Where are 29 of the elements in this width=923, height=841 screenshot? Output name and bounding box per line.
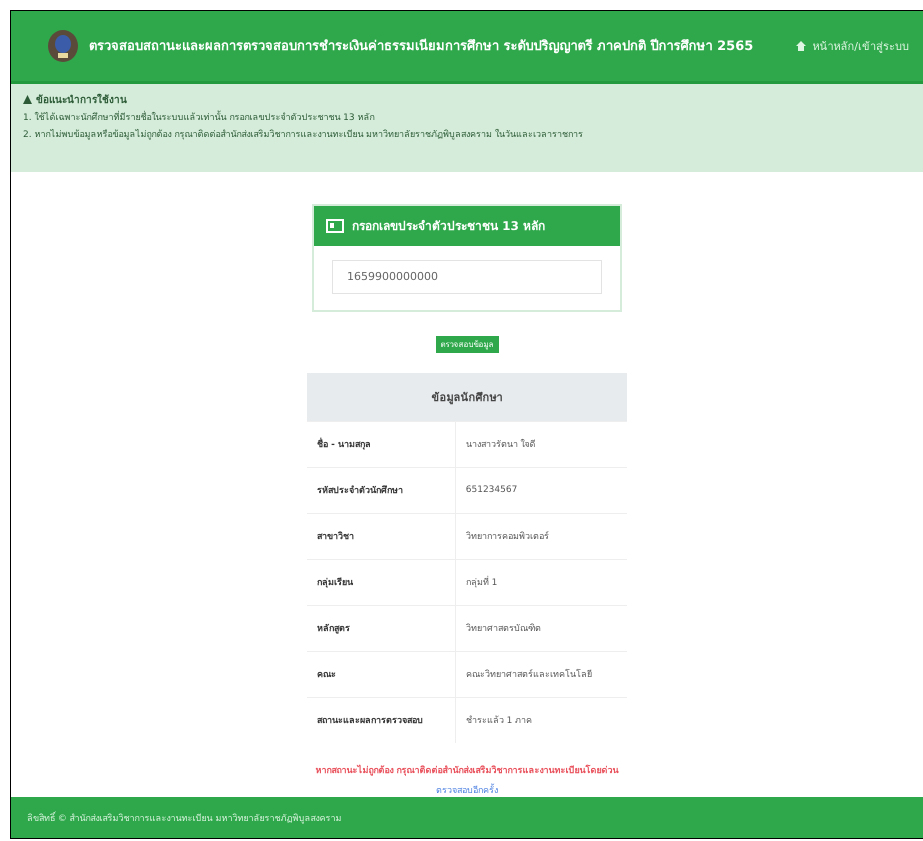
id-card-icon — [326, 218, 344, 233]
field-label: สถานะและผลการตรวจสอบ — [307, 697, 456, 743]
id-number-field[interactable]: 1659900000000 — [332, 260, 602, 294]
field-value: ชำระแล้ว 1 ภาค — [455, 697, 627, 743]
notice-text: 2. หากไม่พบข้อมูลหรือข้อมูลไม่ถูกต้อง กรุณาติดต่อสำนักส่งเสริมวิชาการและงานทะเบียน มหาวิทยาลัยราชภัฏพิบูลสงคราม ในวันและเวลาราชการ — [23, 128, 584, 141]
field-label: คณะ — [307, 651, 456, 698]
field-label: รหัสประจำตัวนักศึกษา — [307, 467, 456, 514]
footer-text: ลิขสิทธิ์ © สำนักส่งเสริมวิชาการและงานทะเบียน มหาวิทยาลัยราชภัฏพิบูลสงคราม — [27, 810, 342, 825]
field-label: กลุ่มเรียน — [307, 559, 456, 606]
field-value: 651234567 — [455, 467, 627, 514]
check-button[interactable]: ตรวจสอบข้อมูล — [436, 336, 498, 353]
field-value: นางสาวรัตนา ใจดี — [455, 421, 627, 468]
field-label: หลักสูตร — [307, 605, 456, 652]
notice-title: ข้อแนะนำการใช้งาน — [36, 92, 127, 107]
field-label: สาขาวิชา — [307, 513, 456, 560]
home-link[interactable]: หน้าหลัก/เข้าสู่ระบบ — [796, 36, 909, 55]
page-title: ตรวจสอบสถานะและผลการตรวจสอบการชำระเงินค่าธรรมเนียมการศึกษา ระดับปริญญาตรี ภาคปกติ ปีการศึกษา 2565 — [89, 38, 754, 56]
field-value: คณะวิทยาศาสตร์และเทคโนโลยี — [455, 651, 627, 698]
field-value: วิทยาศาสตรบัณฑิต — [455, 605, 627, 652]
university-seal-icon — [47, 28, 79, 63]
notice-text: 1. ใช้ได้เฉพาะนักศึกษาที่มีรายชื่อในระบบแล้วเท่านั้น กรอกเลขประจำตัวประชาชน 13 หลัก — [23, 110, 376, 124]
warning-text: หากสถานะไม่ถูกต้อง กรุณาติดต่อสำนักส่งเสริมวิชาการและงานทะเบียนโดยด่วน — [315, 764, 619, 777]
field-value: วิทยาการคอมพิวเตอร์ — [455, 513, 627, 560]
field-label: ชื่อ - นามสกุล — [307, 421, 456, 468]
field-value: กลุ่มที่ 1 — [455, 559, 627, 606]
card-title: กรอกเลขประจำตัวประชาชน 13 หลัก — [352, 218, 546, 236]
table-header: ข้อมูลนักศึกษา — [307, 372, 627, 422]
warning-icon — [23, 94, 32, 104]
check-again-link[interactable]: ตรวจสอบอีกครั้ง — [436, 782, 498, 797]
